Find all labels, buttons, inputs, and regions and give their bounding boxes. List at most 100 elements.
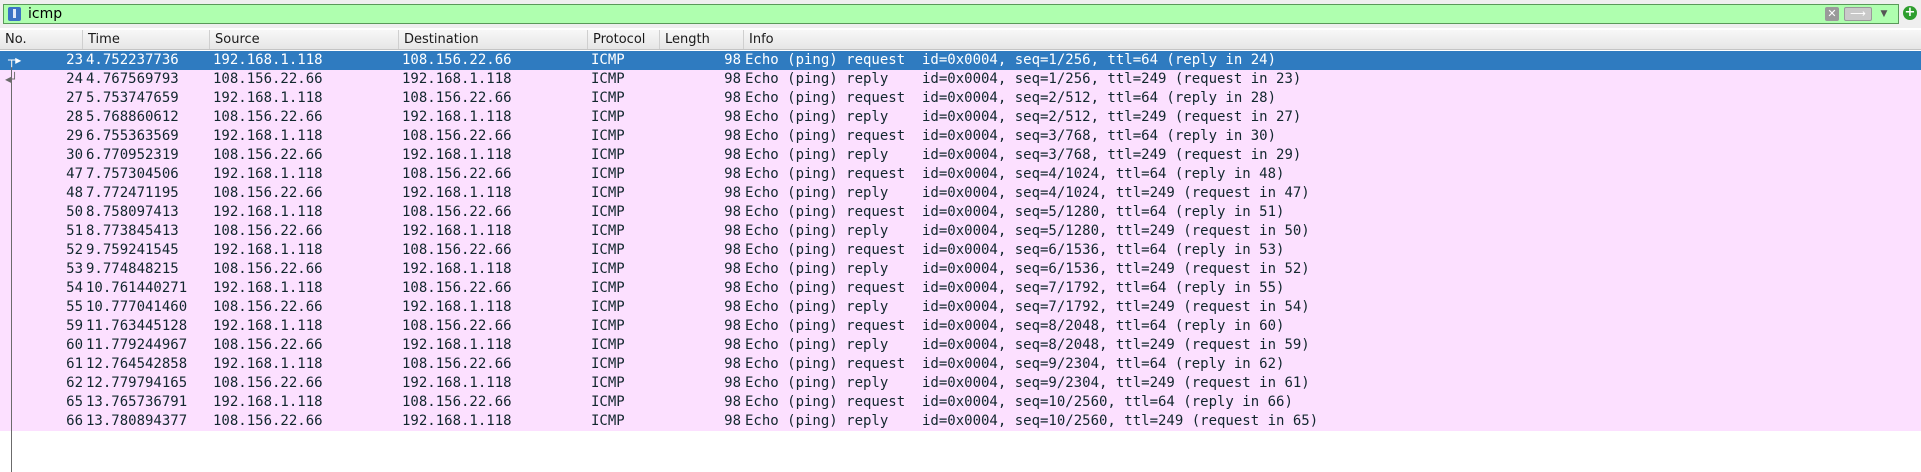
packet-source-cell: 192.168.1.118	[213, 52, 323, 68]
column-header-source[interactable]: Source	[210, 30, 399, 49]
packet-protocol-cell: ICMP	[591, 147, 625, 163]
column-header-protocol[interactable]: Protocol	[588, 30, 660, 49]
packet-row[interactable]: 29 6.755363569 192.168.1.118 108.156.22.66 I…	[0, 127, 1921, 146]
column-header-no[interactable]: No.	[0, 30, 83, 49]
packet-source-cell: 108.156.22.66	[213, 71, 323, 87]
packet-source-cell: 192.168.1.118	[213, 318, 323, 334]
packet-row[interactable]: 53 9.774848215 108.156.22.66 192.168.1.118 I…	[0, 260, 1921, 279]
packet-destination-cell: 192.168.1.118	[402, 109, 512, 125]
packet-protocol-cell: ICMP	[591, 185, 625, 201]
packet-row[interactable]: 48 7.772471195 108.156.22.66 192.168.1.118 I…	[0, 184, 1921, 203]
packet-length-cell: 98	[724, 71, 741, 87]
packet-source-cell: 192.168.1.118	[213, 394, 323, 410]
related-packets-gutter: ┬▸ ◂┘	[3, 51, 25, 472]
packet-time-cell: 6.755363569	[86, 128, 179, 144]
column-header-length[interactable]: Length	[660, 30, 744, 49]
packet-protocol-cell: ICMP	[591, 356, 625, 372]
packet-row[interactable]: 24 4.767569793 108.156.22.66 192.168.1.118 I…	[0, 70, 1921, 89]
packet-destination-cell: 192.168.1.118	[402, 185, 512, 201]
column-header-destination[interactable]: Destination	[399, 30, 588, 49]
packet-protocol-cell: ICMP	[591, 90, 625, 106]
packet-source-cell: 108.156.22.66	[213, 413, 323, 429]
packet-row[interactable]: 60 11.779244967 108.156.22.66 192.168.1.118…	[0, 336, 1921, 355]
packet-row[interactable]: 65 13.765736791 192.168.1.118 108.156.22.66…	[0, 393, 1921, 412]
packet-info-cell: Echo (ping) request id=0x0004, seq=9/230…	[745, 356, 1285, 372]
packet-time-cell: 8.773845413	[86, 223, 179, 239]
packet-length-cell: 98	[724, 90, 741, 106]
recent-filters-dropdown-icon[interactable]: ▼	[1877, 7, 1891, 21]
packet-length-cell: 98	[724, 242, 741, 258]
packet-source-cell: 108.156.22.66	[213, 109, 323, 125]
packet-protocol-cell: ICMP	[591, 299, 625, 315]
packet-info-cell: Echo (ping) request id=0x0004, seq=4/102…	[745, 166, 1285, 182]
packet-row[interactable]: 28 5.768860612 108.156.22.66 192.168.1.118 I…	[0, 108, 1921, 127]
packet-source-cell: 192.168.1.118	[213, 128, 323, 144]
packet-destination-cell: 108.156.22.66	[402, 204, 512, 220]
packet-time-cell: 11.763445128	[86, 318, 188, 334]
packet-length-cell: 98	[724, 261, 741, 277]
packet-info-cell: Echo (ping) request id=0x0004, seq=3/768…	[745, 128, 1277, 144]
packet-row[interactable]: 23 4.752237736 192.168.1.118 108.156.22.66 I…	[0, 51, 1921, 70]
packet-row[interactable]: 54 10.761440271 192.168.1.118 108.156.22.66…	[0, 279, 1921, 298]
packet-time-cell: 6.770952319	[86, 147, 179, 163]
packet-time-cell: 7.772471195	[86, 185, 179, 201]
packet-info-cell: Echo (ping) reply id=0x0004, seq=8/2048,…	[745, 337, 1310, 353]
related-packets-line	[11, 60, 12, 472]
add-filter-button-icon[interactable]: +	[1903, 6, 1917, 20]
packet-length-cell: 98	[724, 204, 741, 220]
packet-row[interactable]: 50 8.758097413 192.168.1.118 108.156.22.66 I…	[0, 203, 1921, 222]
column-header-time[interactable]: Time	[83, 30, 210, 49]
packet-source-cell: 108.156.22.66	[213, 147, 323, 163]
packet-info-cell: Echo (ping) reply id=0x0004, seq=3/768, …	[745, 147, 1302, 163]
packet-row[interactable]: 51 8.773845413 108.156.22.66 192.168.1.118 I…	[0, 222, 1921, 241]
packet-source-cell: 192.168.1.118	[213, 90, 323, 106]
packet-protocol-cell: ICMP	[591, 204, 625, 220]
packet-length-cell: 98	[724, 356, 741, 372]
packet-row[interactable]: 27 5.753747659 192.168.1.118 108.156.22.66 I…	[0, 89, 1921, 108]
packet-protocol-cell: ICMP	[591, 394, 625, 410]
packet-row[interactable]: 59 11.763445128 192.168.1.118 108.156.22.66…	[0, 317, 1921, 336]
packet-length-cell: 98	[724, 109, 741, 125]
filter-bookmark-icon[interactable]	[8, 7, 21, 21]
packet-length-cell: 98	[724, 166, 741, 182]
packet-protocol-cell: ICMP	[591, 52, 625, 68]
packet-row[interactable]: 47 7.757304506 192.168.1.118 108.156.22.66 I…	[0, 165, 1921, 184]
packet-length-cell: 98	[724, 52, 741, 68]
display-filter-input[interactable]: icmp ✕ ⟶ ▼	[3, 4, 1899, 24]
packet-destination-cell: 108.156.22.66	[402, 52, 512, 68]
apply-filter-icon[interactable]: ⟶	[1844, 7, 1872, 21]
packet-row[interactable]: 62 12.779794165 108.156.22.66 192.168.1.118…	[0, 374, 1921, 393]
display-filter-text[interactable]: icmp	[28, 5, 62, 23]
packet-source-cell: 192.168.1.118	[213, 204, 323, 220]
packet-row[interactable]: 66 13.780894377 108.156.22.66 192.168.1.118…	[0, 412, 1921, 431]
packet-source-cell: 192.168.1.118	[213, 242, 323, 258]
packet-source-cell: 108.156.22.66	[213, 261, 323, 277]
packet-row[interactable]: 61 12.764542858 192.168.1.118 108.156.22.66…	[0, 355, 1921, 374]
packet-length-cell: 98	[724, 128, 741, 144]
packet-row[interactable]: 55 10.777041460 108.156.22.66 192.168.1.118…	[0, 298, 1921, 317]
packet-info-cell: Echo (ping) reply id=0x0004, seq=7/1792,…	[745, 299, 1310, 315]
packet-row[interactable]: 30 6.770952319 108.156.22.66 192.168.1.118 I…	[0, 146, 1921, 165]
packet-info-cell: Echo (ping) reply id=0x0004, seq=10/2560…	[745, 413, 1319, 429]
packet-source-cell: 108.156.22.66	[213, 375, 323, 391]
packet-destination-cell: 192.168.1.118	[402, 71, 512, 87]
packet-list-header: No. Time Source Destination Protocol Len…	[0, 30, 1921, 50]
packet-destination-cell: 192.168.1.118	[402, 261, 512, 277]
packet-destination-cell: 108.156.22.66	[402, 318, 512, 334]
packet-protocol-cell: ICMP	[591, 318, 625, 334]
packet-info-cell: Echo (ping) request id=0x0004, seq=7/179…	[745, 280, 1285, 296]
packet-destination-cell: 108.156.22.66	[402, 242, 512, 258]
packet-protocol-cell: ICMP	[591, 413, 625, 429]
packet-destination-cell: 192.168.1.118	[402, 375, 512, 391]
packet-info-cell: Echo (ping) request id=0x0004, seq=1/256…	[745, 52, 1277, 68]
packet-protocol-cell: ICMP	[591, 166, 625, 182]
packet-source-cell: 108.156.22.66	[213, 337, 323, 353]
column-header-info[interactable]: Info	[744, 30, 1921, 49]
packet-info-cell: Echo (ping) request id=0x0004, seq=8/204…	[745, 318, 1285, 334]
packet-row[interactable]: 52 9.759241545 192.168.1.118 108.156.22.66 I…	[0, 241, 1921, 260]
packet-protocol-cell: ICMP	[591, 261, 625, 277]
packet-length-cell: 98	[724, 394, 741, 410]
packet-source-cell: 108.156.22.66	[213, 299, 323, 315]
clear-filter-icon[interactable]: ✕	[1825, 7, 1839, 21]
packet-protocol-cell: ICMP	[591, 375, 625, 391]
